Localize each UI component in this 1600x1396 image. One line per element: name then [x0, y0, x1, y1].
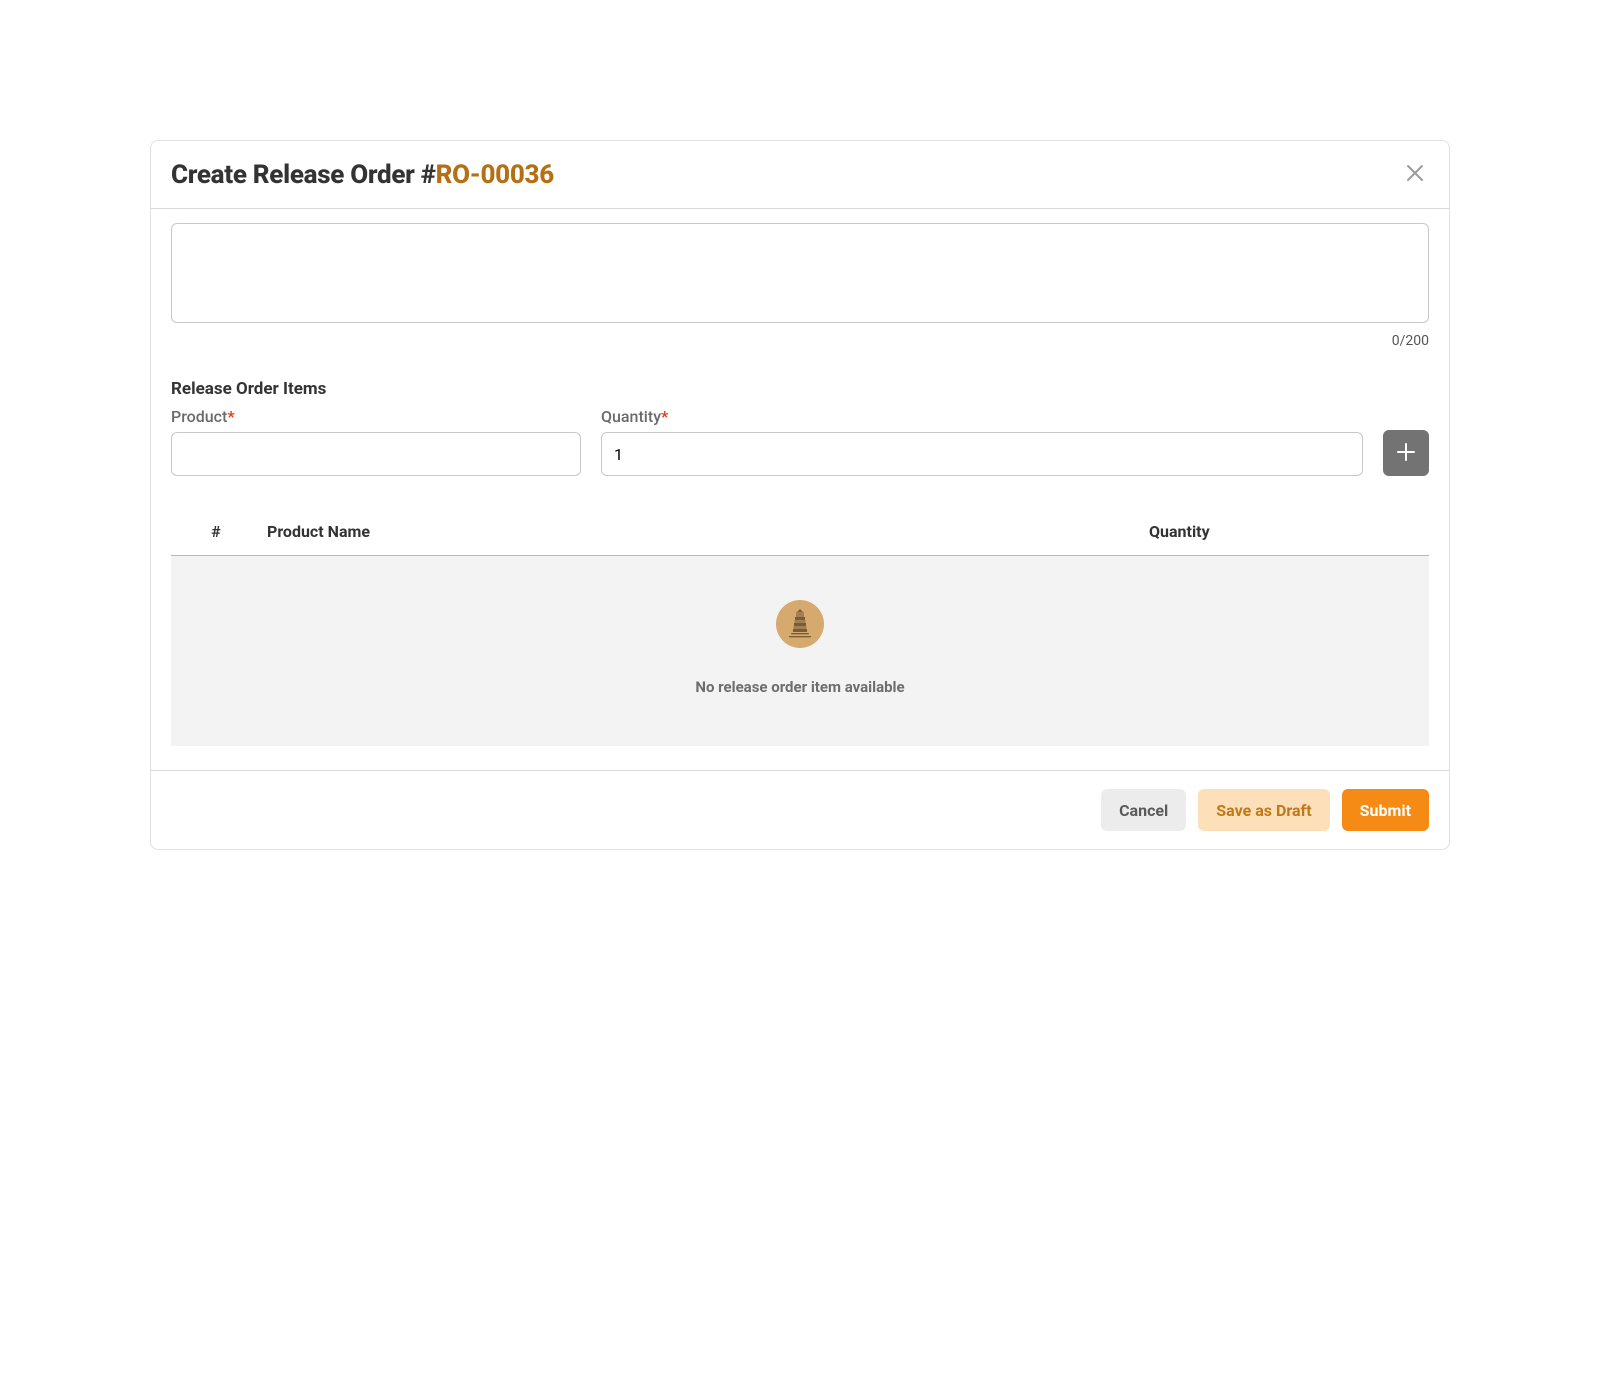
items-table-header: # Product Name Quantity: [171, 504, 1429, 556]
close-button[interactable]: [1401, 159, 1429, 190]
create-release-order-modal: Create Release Order #RO-00036 0/200 Rel…: [150, 140, 1450, 850]
required-mark: *: [661, 407, 668, 426]
modal-header: Create Release Order #RO-00036: [151, 141, 1449, 209]
close-icon: [1405, 163, 1425, 186]
quantity-label: Quantity*: [601, 407, 1363, 426]
column-header-name: Product Name: [261, 522, 1149, 541]
modal-footer: Cancel Save as Draft Submit: [151, 770, 1449, 849]
column-header-number: #: [171, 522, 261, 541]
title-prefix: Create Release Order #: [171, 160, 436, 190]
save-draft-button[interactable]: Save as Draft: [1198, 789, 1329, 831]
cancel-button[interactable]: Cancel: [1101, 789, 1186, 831]
lighthouse-icon: [776, 600, 824, 648]
column-header-quantity: Quantity: [1149, 522, 1429, 541]
quantity-input[interactable]: [601, 432, 1363, 476]
submit-button[interactable]: Submit: [1342, 789, 1429, 831]
add-item-button[interactable]: [1383, 430, 1429, 476]
items-empty-state: No release order item available: [171, 556, 1429, 746]
product-label: Product*: [171, 407, 581, 426]
plus-icon: [1396, 442, 1416, 465]
product-label-text: Product: [171, 407, 227, 426]
empty-state-text: No release order item available: [695, 678, 904, 696]
item-entry-row: Product* Quantity*: [171, 407, 1429, 476]
quantity-label-text: Quantity: [601, 407, 661, 426]
description-textarea[interactable]: [171, 223, 1429, 323]
product-input[interactable]: [171, 432, 581, 476]
items-section-title: Release Order Items: [171, 379, 1429, 399]
required-mark: *: [227, 407, 234, 426]
modal-body: 0/200 Release Order Items Product* Quant…: [151, 209, 1449, 770]
quantity-field-group: Quantity*: [601, 407, 1363, 476]
character-counter: 0/200: [171, 333, 1429, 349]
modal-title: Create Release Order #RO-00036: [171, 160, 554, 190]
product-field-group: Product*: [171, 407, 581, 476]
order-number: RO-00036: [436, 160, 554, 190]
